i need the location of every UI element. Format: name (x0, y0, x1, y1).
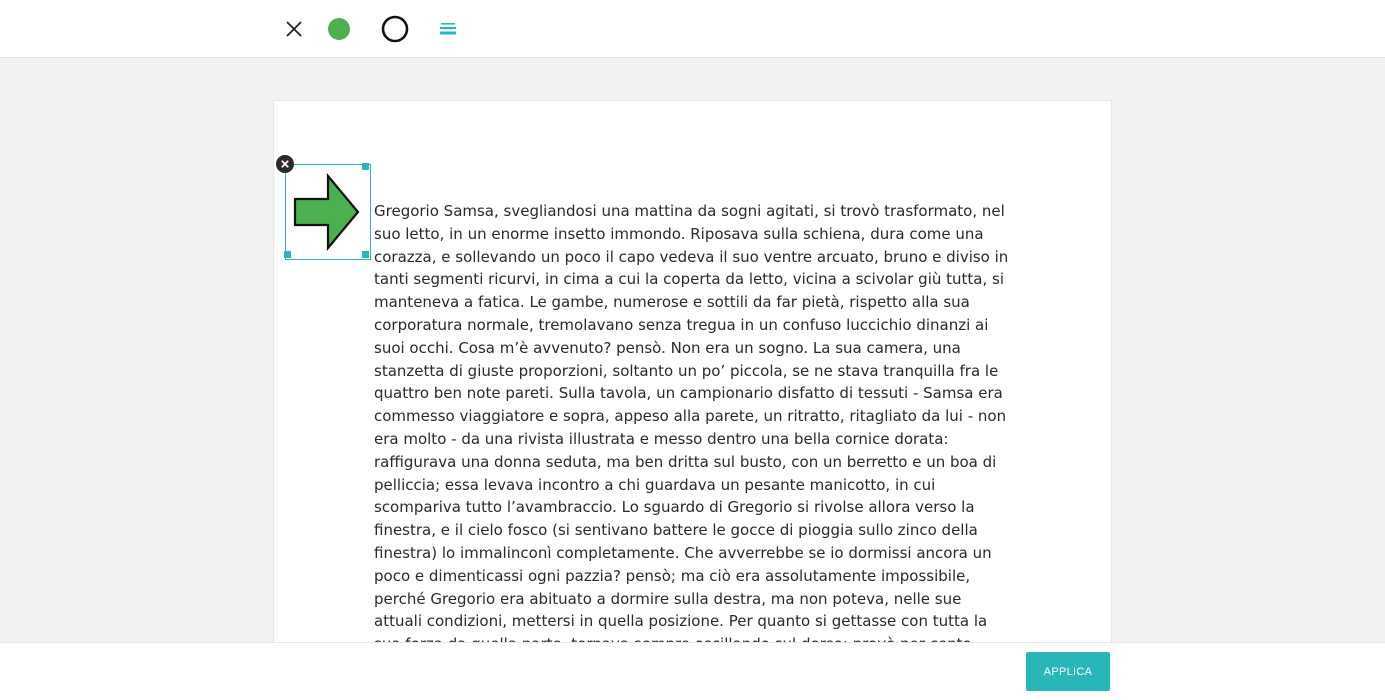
document-canvas[interactable]: Gregorio Samsa, svegliandosi una mattina… (273, 100, 1112, 644)
resize-handle-bottom-right[interactable] (362, 251, 369, 258)
line-style-icon[interactable] (436, 17, 460, 41)
apply-button[interactable]: APPLICA (1026, 652, 1110, 691)
delete-shape-icon[interactable] (276, 155, 294, 173)
footer-bar: APPLICA (0, 642, 1385, 700)
stroke-color-icon[interactable] (380, 14, 410, 44)
close-icon[interactable] (281, 16, 307, 42)
resize-handle-top-right[interactable] (362, 163, 369, 170)
resize-handle-bottom-left[interactable] (284, 251, 291, 258)
body-text[interactable]: Gregorio Samsa, svegliandosi una mattina… (374, 200, 1014, 643)
toolbar (0, 0, 1385, 58)
fill-color-icon[interactable] (325, 15, 353, 43)
arrow-right-icon[interactable] (292, 173, 360, 251)
